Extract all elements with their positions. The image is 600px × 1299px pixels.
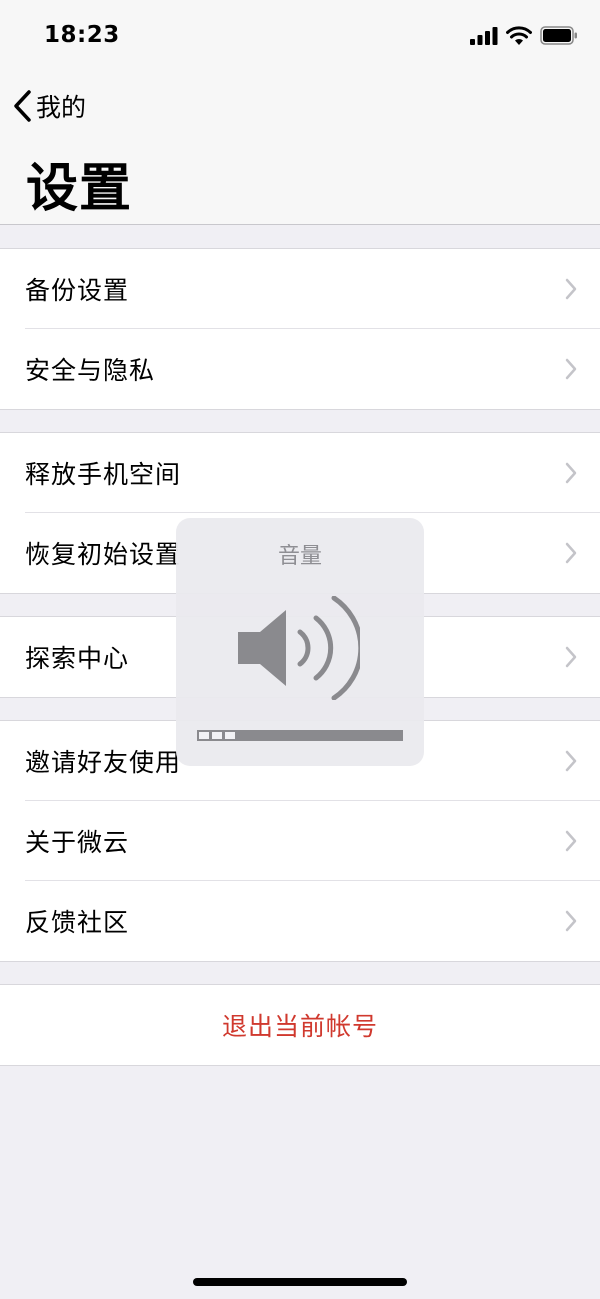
status-icons bbox=[470, 26, 578, 45]
chevron-right-icon bbox=[565, 542, 577, 564]
back-button[interactable]: 我的 bbox=[12, 88, 86, 124]
status-bar: 18:23 bbox=[0, 0, 600, 74]
speaker-volume-icon bbox=[238, 596, 360, 700]
chevron-right-icon bbox=[565, 910, 577, 932]
chevron-right-icon bbox=[565, 278, 577, 300]
cellular-signal-icon bbox=[470, 26, 498, 45]
logout-button[interactable]: 退出当前帐号 bbox=[0, 985, 600, 1065]
settings-item-label: 备份设置 bbox=[25, 276, 130, 305]
settings-item-about[interactable]: 关于微云 bbox=[0, 801, 600, 881]
logout-label: 退出当前帐号 bbox=[221, 1012, 378, 1041]
volume-title: 音量 bbox=[277, 544, 322, 569]
back-label: 我的 bbox=[36, 93, 87, 122]
chevron-left-icon bbox=[14, 90, 31, 122]
page-title: 设置 bbox=[26, 159, 133, 219]
chevron-right-icon bbox=[565, 830, 577, 852]
logout-group: 退出当前帐号 bbox=[0, 984, 600, 1066]
navigation-bar: 我的 设置 bbox=[0, 74, 600, 225]
settings-item-label: 反馈社区 bbox=[25, 908, 130, 937]
settings-item-label: 关于微云 bbox=[25, 828, 130, 857]
settings-item-label: 探索中心 bbox=[25, 644, 130, 673]
chevron-right-icon bbox=[565, 646, 577, 668]
home-indicator bbox=[193, 1278, 407, 1286]
settings-item-label: 恢复初始设置 bbox=[25, 540, 182, 569]
settings-item-backup[interactable]: 备份设置 bbox=[0, 249, 600, 329]
settings-item-feedback[interactable]: 反馈社区 bbox=[0, 881, 600, 961]
wifi-icon bbox=[506, 26, 532, 45]
battery-icon bbox=[540, 26, 577, 45]
settings-group-1: 备份设置 安全与隐私 bbox=[0, 248, 600, 410]
volume-level-segment bbox=[212, 732, 222, 739]
volume-hud: 音量 bbox=[176, 518, 424, 766]
volume-level-segment bbox=[225, 732, 235, 739]
settings-item-security-privacy[interactable]: 安全与隐私 bbox=[0, 329, 600, 409]
settings-item-free-space[interactable]: 释放手机空间 bbox=[0, 433, 600, 513]
settings-item-label: 安全与隐私 bbox=[25, 356, 156, 385]
chevron-right-icon bbox=[565, 358, 577, 380]
volume-level-segment bbox=[199, 732, 209, 739]
chevron-right-icon bbox=[565, 462, 577, 484]
chevron-right-icon bbox=[565, 750, 577, 772]
volume-level-bar bbox=[197, 730, 403, 741]
settings-item-label: 释放手机空间 bbox=[25, 460, 182, 489]
status-time: 18:23 bbox=[44, 22, 120, 48]
settings-item-label: 邀请好友使用 bbox=[25, 748, 182, 777]
